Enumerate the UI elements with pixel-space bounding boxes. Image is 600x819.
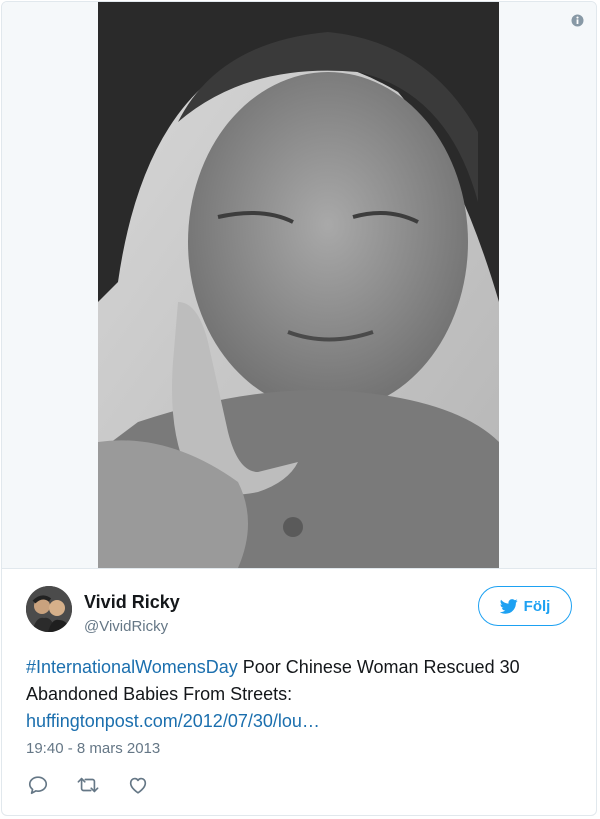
embedded-tweet-card: Vivid Ricky @VividRicky Följ #Internatio… <box>1 1 597 816</box>
twitter-bird-icon <box>499 598 518 614</box>
article-link[interactable]: huffingtonpost.com/2012/07/30/lou… <box>26 711 320 731</box>
follow-button[interactable]: Följ <box>478 586 572 626</box>
avatar-image <box>26 586 72 632</box>
retweet-button[interactable] <box>76 773 100 797</box>
tweet-actions <box>26 772 150 798</box>
follow-label: Följ <box>523 597 551 615</box>
info-icon[interactable] <box>571 14 584 27</box>
tweet-media[interactable] <box>2 2 596 569</box>
like-button[interactable] <box>126 773 150 797</box>
retweet-icon <box>77 777 99 793</box>
reply-icon <box>28 776 48 795</box>
avatar[interactable] <box>26 586 72 632</box>
tweet-timestamp[interactable]: 19:40 - 8 mars 2013 <box>26 740 160 757</box>
author-handle[interactable]: @VividRicky <box>84 618 168 635</box>
heart-icon <box>129 777 147 794</box>
tweet-text: #InternationalWomensDay Poor Chinese Wom… <box>26 654 576 735</box>
tweet-photo[interactable] <box>98 2 499 568</box>
tweet-author: Vivid Ricky @VividRicky Följ <box>26 586 586 638</box>
hashtag-link[interactable]: #InternationalWomensDay <box>26 657 238 677</box>
reply-button[interactable] <box>26 773 50 797</box>
author-name[interactable]: Vivid Ricky <box>84 592 180 613</box>
